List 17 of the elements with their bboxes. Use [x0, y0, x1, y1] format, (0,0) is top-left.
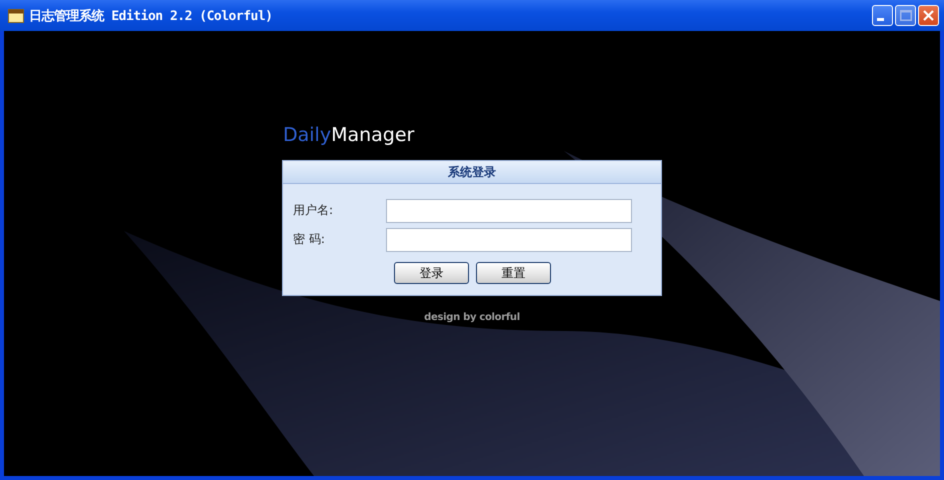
username-field[interactable] [386, 198, 632, 222]
logo-text: DailyManager [283, 124, 414, 148]
app-icon [8, 8, 24, 24]
field-label: 用户名: [293, 202, 334, 219]
close-button[interactable] [918, 5, 939, 26]
maximize-icon [900, 10, 912, 21]
panel-title: 系统登录 [448, 164, 496, 180]
minimize-button[interactable] [872, 5, 893, 26]
field-label: 密 码: [293, 231, 326, 248]
login-button[interactable]: 登录 [394, 262, 469, 284]
maximize-button[interactable] [895, 5, 916, 26]
window-title: 日志管理系统 Edition 2.2 (Colorful) [29, 8, 273, 24]
close-icon [923, 10, 934, 21]
password-field[interactable] [386, 228, 632, 252]
minimize-icon [877, 18, 884, 21]
reset-button[interactable]: 重置 [476, 262, 551, 284]
credit-text: design by colorful [424, 312, 520, 323]
